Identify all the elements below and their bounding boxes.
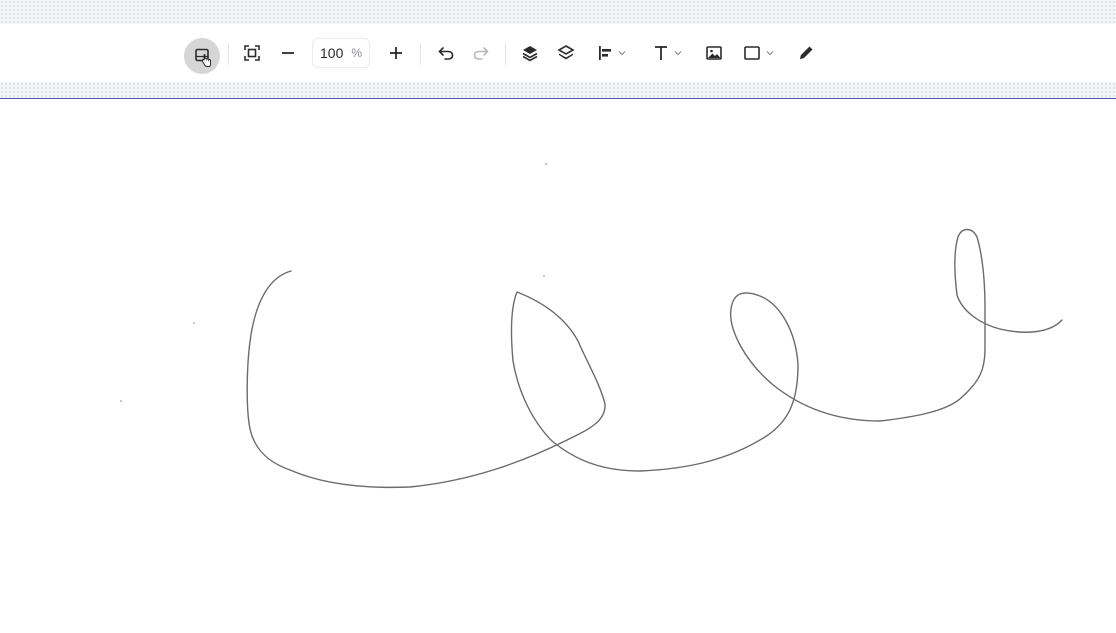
chevron-down-icon bbox=[673, 48, 683, 58]
text-dropdown[interactable] bbox=[648, 38, 688, 68]
pencil-button[interactable] bbox=[792, 38, 820, 68]
zoom-out-button[interactable] bbox=[274, 38, 302, 68]
align-dropdown[interactable] bbox=[592, 38, 632, 68]
bring-forward-button[interactable] bbox=[516, 38, 544, 68]
zoom-in-icon bbox=[388, 45, 404, 61]
undo-icon bbox=[437, 44, 455, 62]
stray-dot bbox=[543, 275, 545, 277]
layers-icon bbox=[557, 44, 575, 62]
stray-dot bbox=[120, 400, 122, 402]
toolbar-separator bbox=[420, 43, 421, 65]
image-button[interactable] bbox=[700, 38, 728, 68]
top-dotted-strip bbox=[0, 0, 1116, 24]
toolbar: 100 % bbox=[0, 24, 1116, 82]
canvas-drawing bbox=[120, 163, 1063, 489]
redo-button[interactable] bbox=[467, 38, 495, 68]
align-left-icon bbox=[597, 44, 613, 62]
layers-button[interactable] bbox=[552, 38, 580, 68]
shape-dropdown[interactable] bbox=[738, 38, 780, 68]
zoom-out-icon bbox=[280, 45, 296, 61]
fit-to-screen-button[interactable] bbox=[238, 38, 266, 68]
redo-icon bbox=[472, 44, 490, 62]
chevron-down-icon bbox=[765, 48, 775, 58]
stray-dot bbox=[545, 163, 547, 165]
toolbar-separator bbox=[228, 43, 229, 65]
canvas-top-border bbox=[0, 82, 1116, 99]
undo-button[interactable] bbox=[432, 38, 460, 68]
zoom-in-button[interactable] bbox=[382, 38, 410, 68]
zoom-unit: % bbox=[351, 46, 363, 60]
image-icon bbox=[705, 44, 723, 62]
drawing-canvas[interactable] bbox=[0, 99, 1116, 628]
freehand-stroke bbox=[246, 228, 1063, 489]
zoom-value: 100 bbox=[320, 45, 344, 61]
zoom-field[interactable]: 100 % bbox=[312, 38, 370, 68]
pencil-icon bbox=[797, 44, 815, 62]
fit-to-screen-icon bbox=[243, 44, 261, 62]
layer-up-icon bbox=[521, 44, 539, 62]
rectangle-icon bbox=[743, 44, 761, 62]
text-icon bbox=[653, 44, 669, 62]
toolbar-separator bbox=[505, 43, 506, 65]
stray-dot bbox=[193, 322, 195, 324]
present-icon-overlay[interactable] bbox=[191, 45, 215, 69]
chevron-down-icon bbox=[617, 48, 627, 58]
